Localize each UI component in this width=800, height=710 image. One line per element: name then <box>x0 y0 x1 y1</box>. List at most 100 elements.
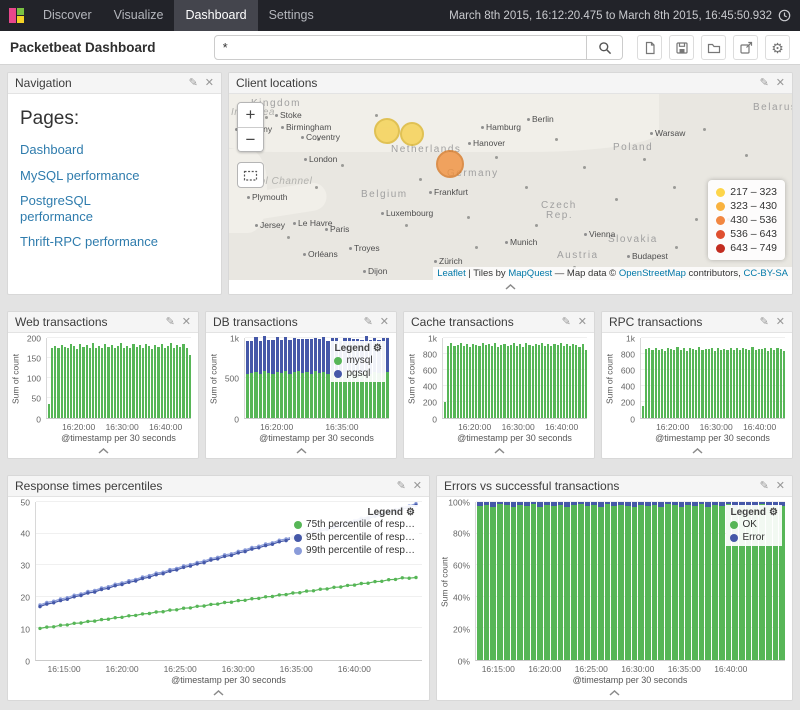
bar[interactable] <box>556 338 559 418</box>
bar[interactable] <box>267 338 271 418</box>
client-location-bubble[interactable] <box>400 122 424 146</box>
bar[interactable] <box>604 502 611 660</box>
bar[interactable] <box>564 502 571 660</box>
bar[interactable] <box>500 338 503 418</box>
nav-page-link[interactable]: PostgreSQL performance <box>20 193 165 224</box>
bar[interactable] <box>723 338 726 418</box>
bar[interactable] <box>654 338 657 418</box>
bar[interactable] <box>572 338 575 418</box>
zoom-out-button[interactable]: − <box>238 127 263 151</box>
bar[interactable] <box>644 502 651 660</box>
bar[interactable] <box>757 338 760 418</box>
bar[interactable] <box>477 502 483 660</box>
bar[interactable] <box>591 502 597 660</box>
bar[interactable] <box>763 338 766 418</box>
collapse-button[interactable] <box>8 686 429 700</box>
attribution-link[interactable]: Leaflet <box>437 268 466 279</box>
bar[interactable] <box>597 502 604 660</box>
bar[interactable] <box>459 338 462 418</box>
bar[interactable] <box>279 338 284 418</box>
bar[interactable] <box>246 338 250 418</box>
bar[interactable] <box>679 338 682 418</box>
bar[interactable] <box>557 502 564 660</box>
load-dashboard-button[interactable] <box>701 35 726 60</box>
bar[interactable] <box>745 338 748 418</box>
bar[interactable] <box>107 338 110 418</box>
bar[interactable] <box>254 337 258 418</box>
close-icon[interactable]: ✕ <box>413 480 422 492</box>
gear-icon[interactable]: ⚙ <box>373 343 382 354</box>
bar[interactable] <box>707 338 710 418</box>
bar[interactable] <box>497 502 503 660</box>
legend-item[interactable]: 75th percentile of resp… <box>294 518 415 531</box>
attribution-link[interactable]: OpenStreetMap <box>619 268 686 279</box>
attribution-link[interactable]: MapQuest <box>508 268 552 279</box>
bar[interactable] <box>569 338 572 418</box>
legend-item[interactable]: mysql <box>334 354 382 367</box>
nav-item-dashboard[interactable]: Dashboard <box>174 0 258 31</box>
bar[interactable] <box>624 502 631 660</box>
bar[interactable] <box>484 338 487 418</box>
bar[interactable] <box>667 338 670 418</box>
bar[interactable] <box>754 338 757 418</box>
bar[interactable] <box>469 338 472 418</box>
bar[interactable] <box>782 338 785 418</box>
close-icon[interactable]: ✕ <box>776 316 785 328</box>
bar[interactable] <box>550 338 553 418</box>
bar[interactable] <box>663 338 666 418</box>
bar[interactable] <box>144 338 147 418</box>
bar[interactable] <box>695 338 698 418</box>
draw-rectangle-button[interactable] <box>237 162 264 188</box>
attribution-link[interactable]: CC-BY-SA <box>743 268 788 279</box>
bar[interactable] <box>296 338 301 418</box>
bar[interactable] <box>123 338 126 418</box>
bar[interactable] <box>540 338 543 418</box>
bar[interactable] <box>313 338 317 418</box>
bar[interactable] <box>309 338 313 418</box>
bar[interactable] <box>578 338 581 418</box>
collapse-button[interactable] <box>206 444 396 458</box>
bar[interactable] <box>301 338 305 418</box>
bar[interactable] <box>176 338 179 418</box>
bar[interactable] <box>581 338 584 418</box>
bar[interactable] <box>101 338 104 418</box>
bar[interactable] <box>497 338 500 418</box>
bar[interactable] <box>682 338 685 418</box>
bar[interactable] <box>132 338 135 418</box>
bar[interactable] <box>88 338 91 418</box>
bar[interactable] <box>450 338 453 418</box>
bar[interactable] <box>732 338 735 418</box>
legend-item[interactable]: 95th percentile of resp… <box>294 531 415 544</box>
client-location-bubble[interactable] <box>374 118 400 144</box>
bar[interactable] <box>701 338 704 418</box>
bar[interactable] <box>110 338 113 418</box>
bar[interactable] <box>478 338 481 418</box>
bar[interactable] <box>735 338 738 418</box>
edit-icon[interactable]: ✎ <box>364 316 373 328</box>
bar[interactable] <box>157 338 160 418</box>
bar[interactable] <box>571 502 577 660</box>
bar[interactable] <box>712 502 718 660</box>
bar[interactable] <box>688 338 691 418</box>
bar[interactable] <box>503 338 506 418</box>
bar[interactable] <box>748 338 751 418</box>
bar[interactable] <box>160 338 163 418</box>
bar[interactable] <box>326 338 330 418</box>
bar[interactable] <box>79 338 82 418</box>
edit-icon[interactable]: ✎ <box>189 77 198 89</box>
legend-title[interactable]: Legend ⚙ <box>334 343 382 354</box>
bar[interactable] <box>525 338 528 418</box>
bar[interactable] <box>91 338 94 418</box>
bar[interactable] <box>509 338 512 418</box>
bar[interactable] <box>648 338 651 418</box>
bar[interactable] <box>559 338 562 418</box>
bar[interactable] <box>94 338 97 418</box>
bar[interactable] <box>515 338 518 418</box>
legend-item[interactable]: pgsql <box>334 367 382 380</box>
edit-icon[interactable]: ✎ <box>166 316 175 328</box>
bar[interactable] <box>779 338 782 418</box>
bar[interactable] <box>670 338 673 418</box>
search-button[interactable] <box>587 35 623 60</box>
edit-icon[interactable]: ✎ <box>760 480 769 492</box>
bar[interactable] <box>113 338 116 418</box>
